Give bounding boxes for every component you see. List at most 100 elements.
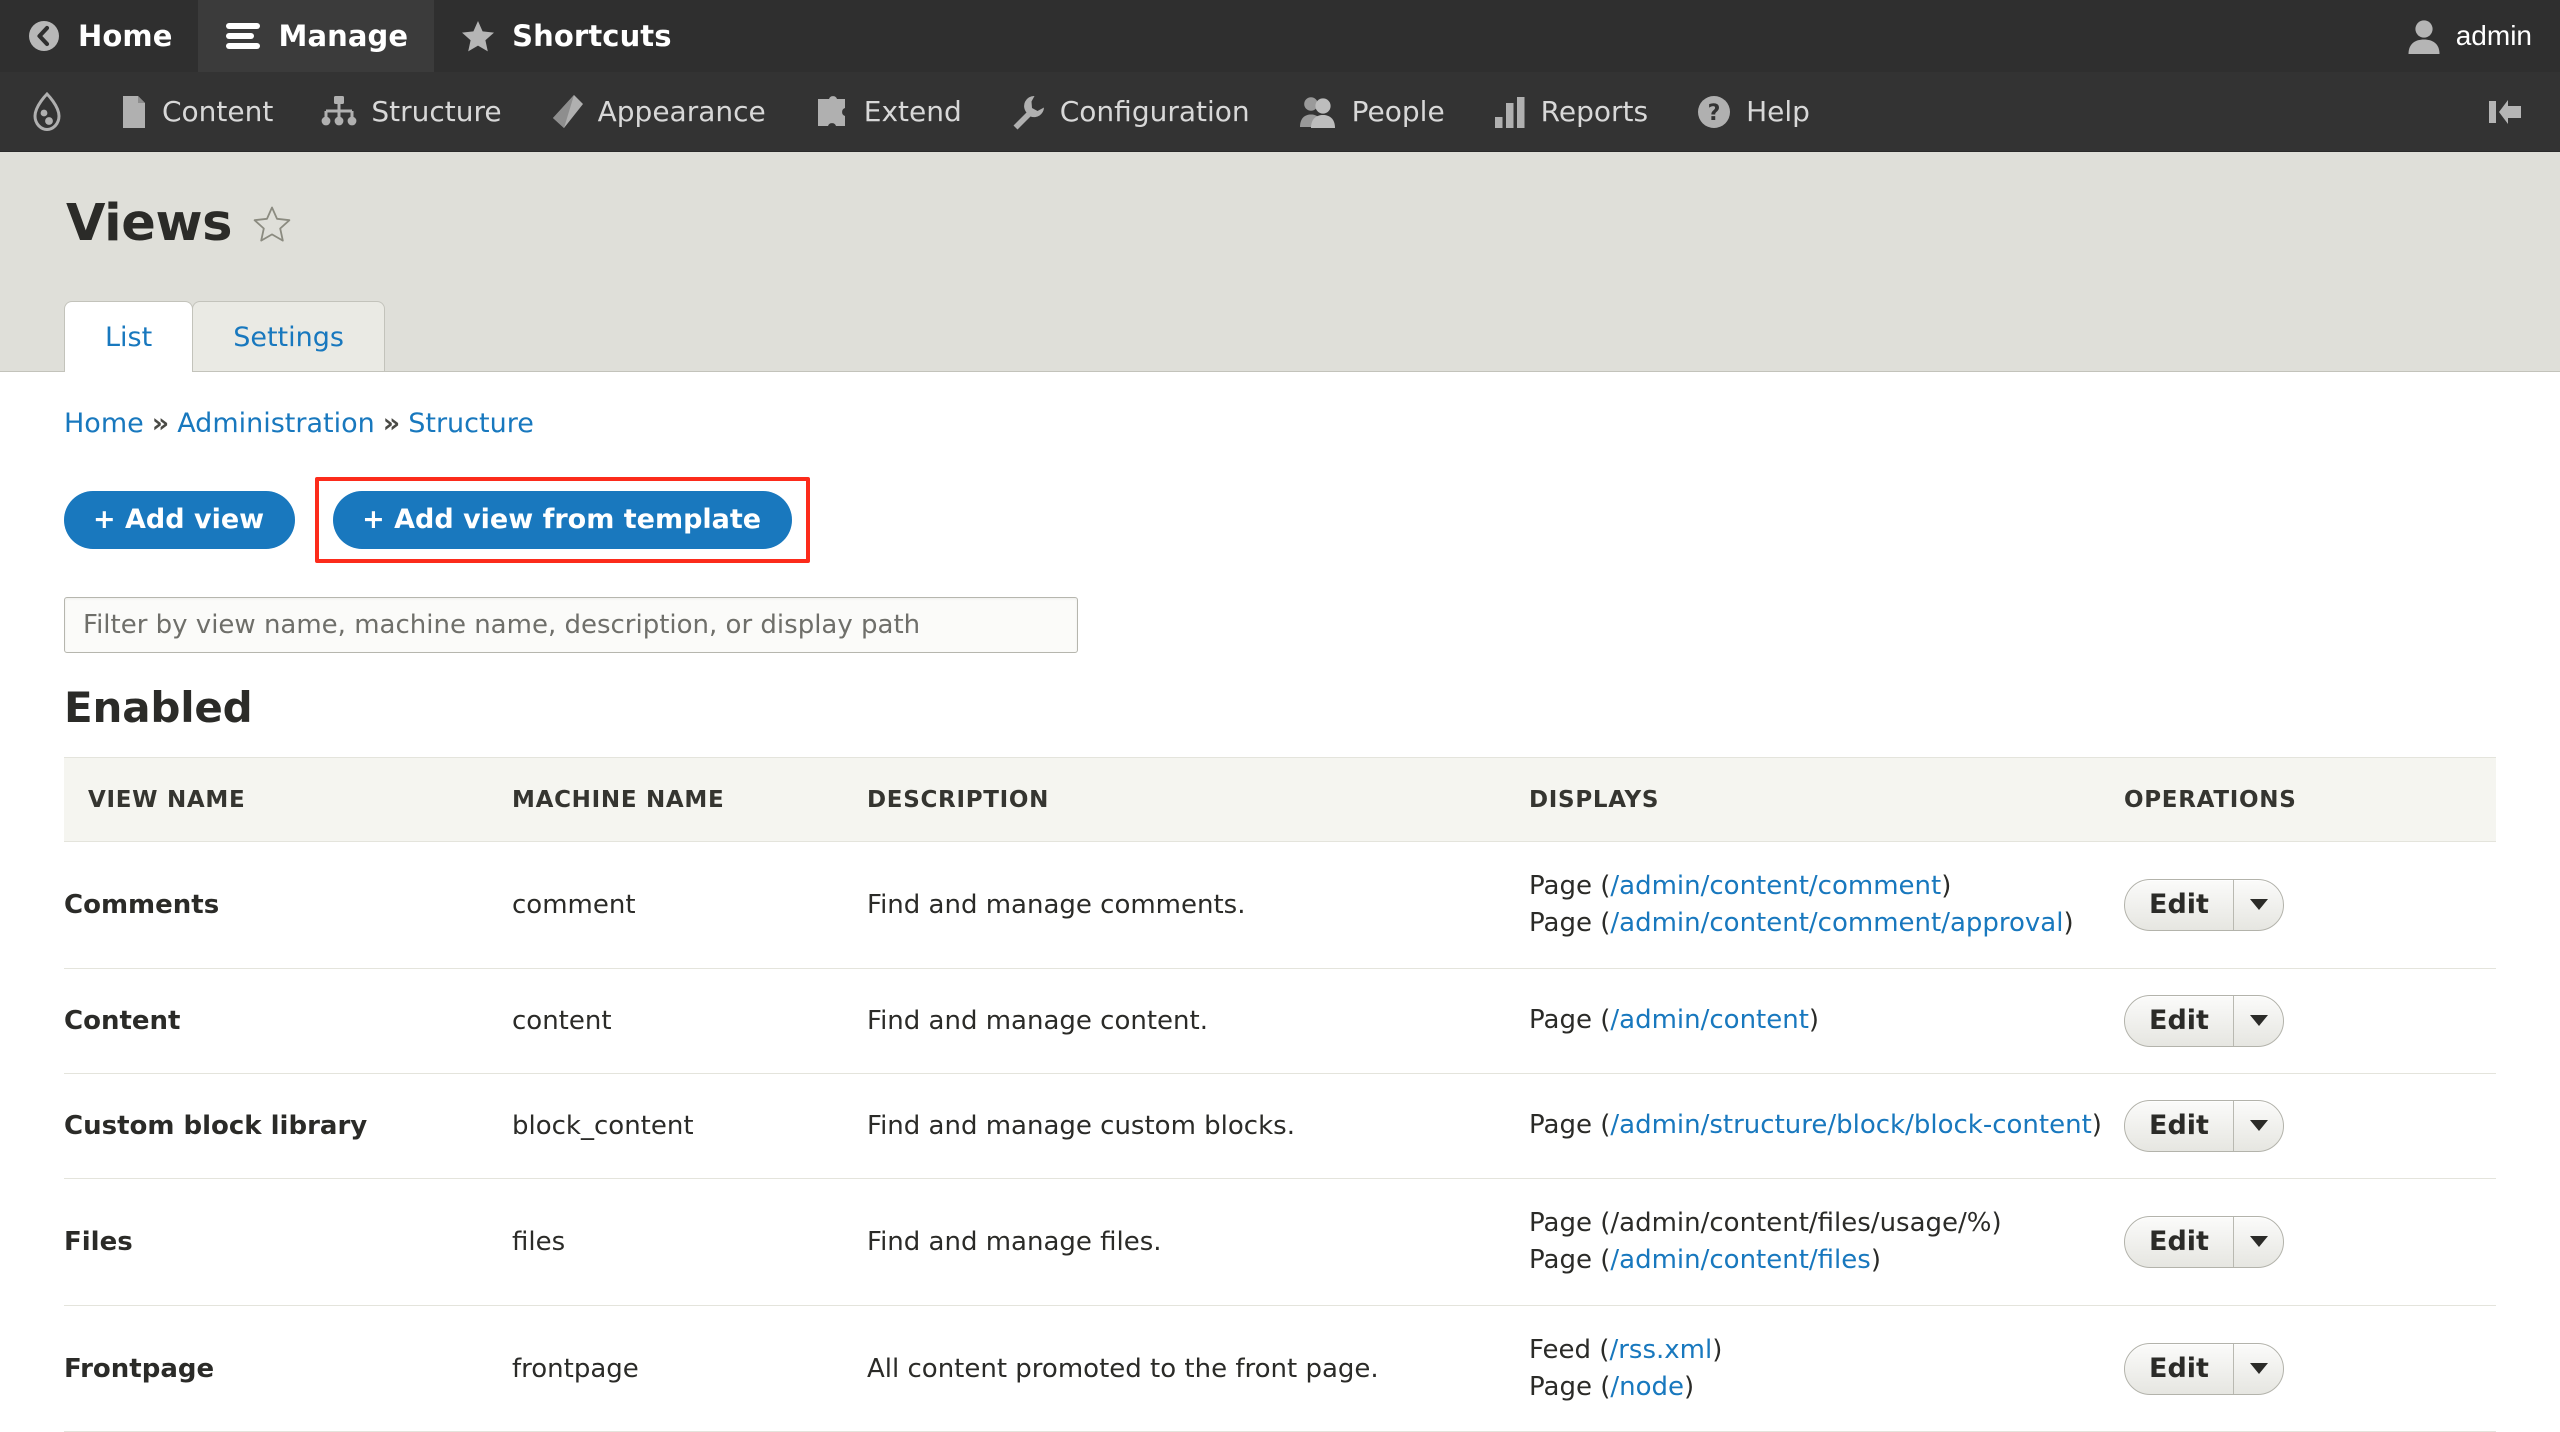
cell-machine-name: block_content bbox=[512, 1073, 867, 1178]
edit-button[interactable]: Edit bbox=[2125, 880, 2233, 930]
operations-dropbutton: Edit bbox=[2124, 995, 2284, 1047]
menu-item-content-label: Content bbox=[162, 95, 273, 128]
edit-button[interactable]: Edit bbox=[2125, 1344, 2233, 1394]
menu-item-appearance-label: Appearance bbox=[598, 95, 766, 128]
people-icon bbox=[1298, 94, 1338, 130]
add-view-button[interactable]: + Add view bbox=[64, 491, 295, 549]
menu-item-extend-label: Extend bbox=[864, 95, 962, 128]
menu-item-configuration[interactable]: Configuration bbox=[986, 72, 1274, 151]
drupal-drop-icon bbox=[30, 92, 64, 132]
cell-view-name: Frontpage bbox=[64, 1305, 512, 1432]
views-table-head: VIEW NAME MACHINE NAME DESCRIPTION DISPL… bbox=[64, 758, 2496, 842]
views-filter-input[interactable] bbox=[64, 597, 1078, 653]
chevron-down-icon bbox=[2250, 1120, 2268, 1131]
edit-button[interactable]: Edit bbox=[2125, 1217, 2233, 1267]
table-header-row: VIEW NAME MACHINE NAME DESCRIPTION DISPL… bbox=[64, 758, 2496, 842]
breadcrumb-separator: » bbox=[152, 408, 169, 439]
operations-dropdown-toggle[interactable] bbox=[2233, 880, 2283, 930]
cell-displays: Page (/admin/content/files/usage/%)Page … bbox=[1529, 1178, 2124, 1305]
enabled-section-heading: Enabled bbox=[64, 687, 2496, 729]
toolbar-tab-shortcuts[interactable]: Shortcuts bbox=[434, 0, 697, 72]
page-header-region: Views List Settings bbox=[0, 152, 2560, 371]
operations-dropdown-toggle[interactable] bbox=[2233, 1217, 2283, 1267]
operations-dropbutton: Edit bbox=[2124, 1216, 2284, 1268]
chevron-down-icon bbox=[2250, 1236, 2268, 1247]
column-header-machine-name: MACHINE NAME bbox=[512, 758, 867, 842]
add-view-from-template-button[interactable]: + Add view from template bbox=[333, 491, 792, 549]
display-entry: Page (/admin/content/files) bbox=[1529, 1242, 2124, 1279]
column-header-description: DESCRIPTION bbox=[867, 758, 1529, 842]
cell-description: Find and manage comments. bbox=[867, 842, 1529, 969]
action-buttons-row: + Add view + Add view from template bbox=[64, 477, 2496, 563]
display-path[interactable]: /admin/content/comment bbox=[1610, 871, 1941, 901]
menu-item-help[interactable]: ? Help bbox=[1672, 72, 1834, 151]
display-path[interactable]: /admin/content bbox=[1610, 1005, 1809, 1035]
chevron-down-icon bbox=[2250, 1015, 2268, 1026]
menu-item-appearance[interactable]: Appearance bbox=[526, 72, 790, 151]
toolbar-tab-home[interactable]: Home bbox=[0, 0, 198, 72]
display-path[interactable]: /admin/content/files bbox=[1610, 1245, 1870, 1275]
views-list-table: VIEW NAME MACHINE NAME DESCRIPTION DISPL… bbox=[64, 757, 2496, 1432]
display-entry: Feed (/rss.xml) bbox=[1529, 1332, 2124, 1369]
menu-item-drupal-home[interactable] bbox=[0, 72, 96, 151]
operations-dropdown-toggle[interactable] bbox=[2233, 1101, 2283, 1151]
display-path[interactable]: /admin/content/comment/approval bbox=[1610, 908, 2063, 938]
cell-displays: Page (/admin/structure/block/block-conte… bbox=[1529, 1073, 2124, 1178]
toolbar-collapse-button[interactable] bbox=[2466, 72, 2560, 151]
edit-button[interactable]: Edit bbox=[2125, 996, 2233, 1046]
bar-chart-icon bbox=[1493, 95, 1527, 129]
display-path[interactable]: /node bbox=[1610, 1372, 1684, 1402]
cell-displays: Page (/admin/content) bbox=[1529, 968, 2124, 1073]
toolbar-tab-manage[interactable]: Manage bbox=[198, 0, 434, 72]
home-back-icon bbox=[26, 18, 62, 54]
cell-description: Find and manage files. bbox=[867, 1178, 1529, 1305]
breadcrumb-item-structure[interactable]: Structure bbox=[408, 408, 534, 439]
table-row: Custom block libraryblock_contentFind an… bbox=[64, 1073, 2496, 1178]
chevron-down-icon bbox=[2250, 1363, 2268, 1374]
cell-description: All content promoted to the front page. bbox=[867, 1305, 1529, 1432]
toolbar-user-label: admin bbox=[2456, 20, 2532, 52]
menu-item-structure[interactable]: Structure bbox=[297, 72, 525, 151]
cell-operations: Edit bbox=[2124, 1073, 2496, 1178]
cell-operations: Edit bbox=[2124, 842, 2496, 969]
admin-toolbar-top: Home Manage Shortcuts admin bbox=[0, 0, 2560, 72]
operations-dropdown-toggle[interactable] bbox=[2233, 996, 2283, 1046]
toolbar-spacer bbox=[698, 0, 2387, 72]
display-path[interactable]: /admin/structure/block/block-content bbox=[1610, 1110, 2091, 1140]
structure-icon bbox=[321, 95, 357, 129]
operations-dropdown-toggle[interactable] bbox=[2233, 1344, 2283, 1394]
breadcrumb-item-administration[interactable]: Administration bbox=[177, 408, 375, 439]
cell-operations: Edit bbox=[2124, 1178, 2496, 1305]
breadcrumb-item-home[interactable]: Home bbox=[64, 408, 144, 439]
display-entry: Page (/admin/content/comment) bbox=[1529, 868, 2124, 905]
menu-item-extend[interactable]: Extend bbox=[790, 72, 986, 151]
highlight-annotation-box: + Add view from template bbox=[315, 477, 810, 563]
star-outline-icon[interactable] bbox=[252, 205, 292, 243]
menu-item-people[interactable]: People bbox=[1274, 72, 1469, 151]
operations-dropbutton: Edit bbox=[2124, 1100, 2284, 1152]
display-type: Page bbox=[1529, 1245, 1592, 1275]
tab-settings[interactable]: Settings bbox=[192, 301, 385, 371]
file-icon bbox=[120, 94, 148, 130]
user-avatar-icon bbox=[2407, 18, 2441, 54]
display-entry: Page (/admin/content) bbox=[1529, 1002, 2124, 1039]
column-header-operations: OPERATIONS bbox=[2124, 758, 2496, 842]
chevron-down-icon bbox=[2250, 899, 2268, 910]
toolbar-user-menu[interactable]: admin bbox=[2387, 0, 2560, 72]
breadcrumb-separator: » bbox=[383, 408, 400, 439]
display-type: Page bbox=[1529, 871, 1592, 901]
svg-text:?: ? bbox=[1708, 101, 1721, 126]
menu-item-help-label: Help bbox=[1746, 95, 1810, 128]
display-type: Page bbox=[1529, 1372, 1592, 1402]
edit-button[interactable]: Edit bbox=[2125, 1101, 2233, 1151]
hamburger-icon bbox=[224, 21, 262, 51]
menu-item-reports[interactable]: Reports bbox=[1469, 72, 1672, 151]
tab-list[interactable]: List bbox=[64, 301, 193, 372]
cell-machine-name: comment bbox=[512, 842, 867, 969]
page-tabs: List Settings bbox=[0, 301, 2560, 371]
admin-menu-bar: Content Structure Appearance bbox=[0, 72, 2560, 152]
column-header-displays: DISPLAYS bbox=[1529, 758, 2124, 842]
display-path[interactable]: /rss.xml bbox=[1609, 1335, 1712, 1365]
menu-spacer bbox=[1834, 72, 2466, 151]
menu-item-content[interactable]: Content bbox=[96, 72, 297, 151]
